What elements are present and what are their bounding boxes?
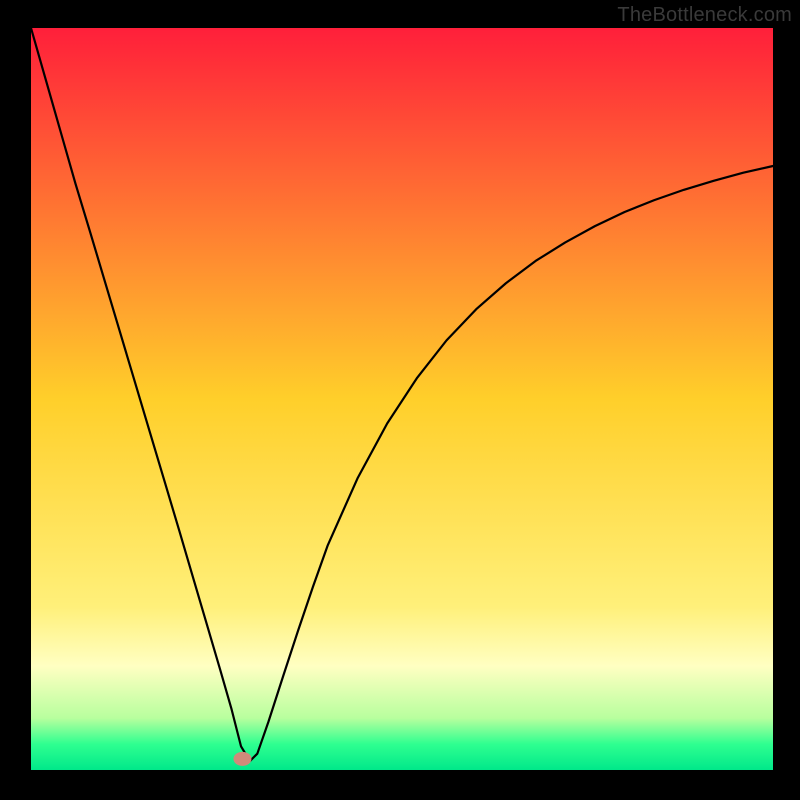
chart-svg [0, 0, 800, 800]
chart-stage: TheBottleneck.com [0, 0, 800, 800]
watermark-text: TheBottleneck.com [617, 4, 792, 27]
data-marker [233, 752, 251, 766]
